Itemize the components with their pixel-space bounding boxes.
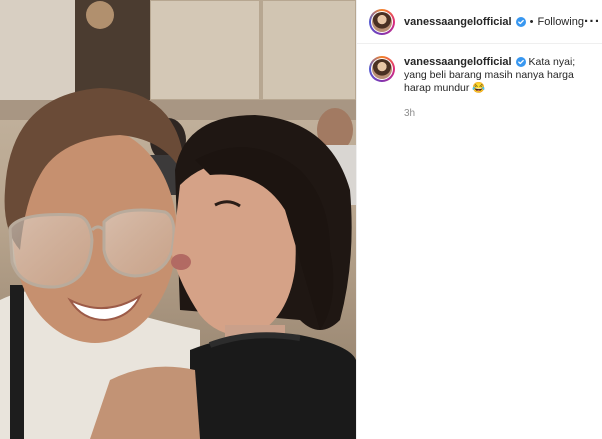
username-link[interactable]: vanessaangelofficial [404,16,512,28]
avatar[interactable] [369,8,395,35]
caption-avatar[interactable] [369,56,395,82]
post-timestamp[interactable]: 3h [404,107,594,120]
following-button[interactable]: Following [537,16,583,28]
caption-avatar-ring [371,58,393,80]
post-photo[interactable] [0,0,356,439]
caption-username-link[interactable]: vanessaangelofficial [404,56,512,68]
instagram-post: vanessaangelofficial • Following ··· van… [0,0,602,439]
post-header: vanessaangelofficial • Following ··· [357,0,602,44]
avatar-ring [371,10,393,33]
selfie-photo [0,0,356,439]
laughing-emoji-icon: 😂 [472,82,486,94]
more-options-icon[interactable]: ··· [584,14,601,29]
verified-badge-icon [515,16,526,27]
caption: vanessaangelofficial Kata nyai; yang bel… [357,44,602,120]
caption-avatar-image [372,59,392,79]
post-sidebar: vanessaangelofficial • Following ··· van… [356,0,602,439]
caption-verified-badge-icon [515,57,526,68]
caption-body: vanessaangelofficial Kata nyai; yang bel… [404,56,594,120]
avatar-image [372,11,392,32]
separator-dot: • [529,15,534,28]
